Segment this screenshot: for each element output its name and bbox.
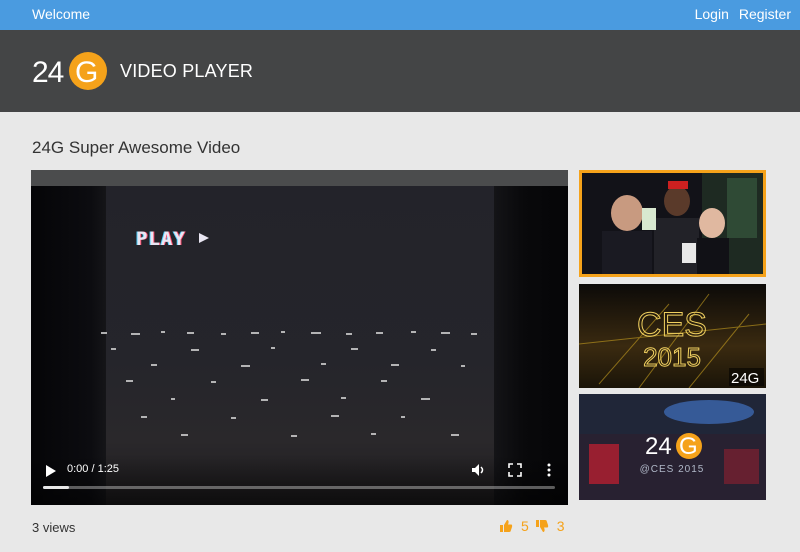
ces-year-text: 2015 [643, 342, 701, 372]
view-count: 3 views [32, 520, 76, 535]
auth-links: Login Register [695, 6, 791, 22]
ces-2015-image: CES 2015 24G [579, 284, 766, 388]
more-options-icon[interactable] [544, 463, 554, 477]
time-display: 0:00 / 1:25 [67, 463, 119, 475]
static-noise [101, 331, 477, 437]
player-controls: 0:00 / 1:25 [31, 455, 568, 505]
crowd-photo-image [582, 173, 763, 274]
vhs-play-overlay: PLAY [136, 228, 210, 250]
buffered-bar [43, 486, 69, 489]
vhs-play-label: PLAY [136, 228, 186, 250]
svg-text:G: G [679, 433, 698, 460]
video-title: 24G Super Awesome Video [32, 138, 241, 157]
volume-icon[interactable] [471, 463, 485, 477]
site-header: 24 G VIDEO PLAYER [0, 30, 800, 112]
related-video-thumbnail-3[interactable]: 24 G @CES 2015 [579, 394, 766, 500]
related-video-thumbnail-2[interactable]: CES 2015 24G [579, 284, 766, 388]
ces-caption-text: @CES 2015 [640, 464, 705, 475]
svg-text:24: 24 [32, 56, 64, 89]
related-video-thumbnail-1[interactable] [579, 170, 766, 277]
ces-badge-text: 24G [731, 370, 759, 387]
thumbs-down-icon[interactable] [535, 519, 549, 533]
login-link[interactable]: Login [695, 6, 729, 22]
thumbs-up-icon[interactable] [499, 519, 513, 533]
24g-logo-text: 24 [645, 433, 672, 460]
ces-title-text: CES [637, 306, 707, 344]
register-link[interactable]: Register [739, 6, 791, 22]
top-bar: Welcome Login Register [0, 0, 800, 30]
fullscreen-icon[interactable] [508, 463, 522, 477]
play-icon[interactable] [45, 464, 57, 478]
dislike-count: 3 [556, 518, 565, 534]
24g-logo[interactable]: 24 G [32, 51, 108, 91]
progress-bar[interactable] [43, 486, 555, 489]
player-top-strip [31, 170, 568, 186]
page-title: VIDEO PLAYER [120, 61, 254, 81]
24g-ces-image: 24 G @CES 2015 [579, 394, 766, 500]
vhs-play-triangle-icon [199, 233, 210, 243]
svg-text:G: G [75, 56, 98, 89]
like-count: 5 [521, 518, 529, 534]
rating-bar: 5 3 [499, 518, 571, 534]
welcome-text: Welcome [32, 6, 91, 22]
video-player[interactable]: PLAY 0:00 / 1:25 [31, 170, 568, 505]
